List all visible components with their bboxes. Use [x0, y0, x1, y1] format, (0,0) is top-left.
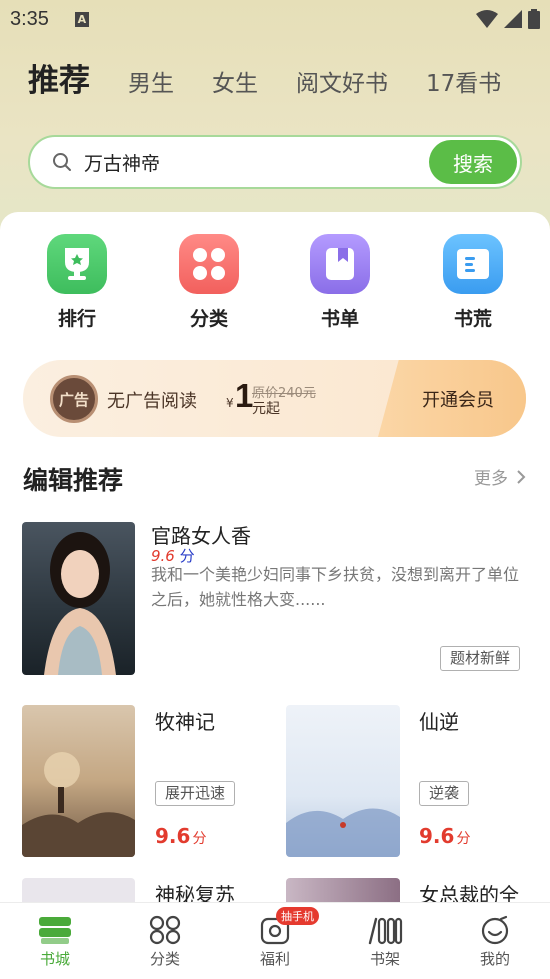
nav-bookshelf[interactable]: 书架	[330, 903, 440, 979]
section-title: 编辑推荐	[23, 466, 124, 495]
more-link[interactable]: 更多	[474, 464, 528, 489]
ad-badge-icon: 广告	[50, 375, 98, 423]
status-bar: 3:35 A	[0, 0, 550, 38]
search-icon	[53, 153, 71, 171]
tab-male[interactable]: 男生	[128, 64, 174, 112]
quick-link-label: 书单	[320, 308, 359, 330]
vip-price-suffix: 元起	[252, 401, 280, 417]
score-unit: 分	[192, 831, 207, 847]
book-cover[interactable]	[286, 705, 400, 857]
vip-banner[interactable]: 广告 无广告阅读 ¥ 1 原价240元 元起 开通会员	[23, 360, 526, 437]
battery-icon	[528, 9, 540, 29]
nav-label: 我的	[479, 950, 510, 968]
search-button[interactable]: 搜索	[429, 140, 517, 184]
quick-link-booklist[interactable]: 书单	[300, 234, 380, 331]
nav-category[interactable]: 分类	[110, 903, 220, 979]
book-title[interactable]: 牧神记	[155, 706, 215, 735]
tab-yuewen[interactable]: 阅文好书	[296, 64, 388, 112]
score-unit: 分	[456, 831, 471, 847]
more-label: 更多	[474, 469, 508, 489]
book-score: 9.6 分	[419, 824, 470, 848]
score-value: 9.6	[155, 824, 191, 848]
signal-icon	[504, 10, 522, 28]
category-tabs: 推荐 男生 女生 阅文好书 17看书	[28, 52, 528, 112]
book-title[interactable]: 仙逆	[419, 706, 459, 735]
quick-link-label: 分类	[189, 308, 228, 330]
book-cover[interactable]	[22, 522, 135, 675]
tab-recommend[interactable]: 推荐	[28, 55, 90, 112]
vip-price: 1	[235, 377, 254, 414]
book-tag: 题材新鲜	[440, 646, 521, 671]
welfare-badge: 抽手机	[276, 907, 319, 925]
open-vip-button[interactable]: 开通会员	[378, 360, 526, 437]
tab-female[interactable]: 女生	[212, 64, 258, 112]
nav-label: 书城	[39, 950, 70, 968]
quick-link-label: 排行	[57, 308, 96, 330]
search-input[interactable]: 万古神帝	[84, 149, 160, 176]
quick-link-category[interactable]: 分类	[169, 234, 249, 331]
bottom-nav: 书城 分类 抽手机 福利 书架 我的	[0, 902, 550, 979]
category-icon	[149, 915, 181, 945]
grid-icon	[179, 234, 239, 294]
trophy-icon	[47, 234, 107, 294]
book-tag: 展开迅速	[155, 781, 236, 806]
vip-currency: ¥	[226, 396, 234, 410]
bookshelf-icon	[368, 917, 403, 945]
quick-links: 排行 分类 书单 书荒	[0, 234, 550, 334]
profile-icon	[481, 915, 509, 945]
status-time: 3:35	[10, 7, 49, 30]
book-cover[interactable]	[22, 705, 135, 857]
quick-link-bookdrought[interactable]: 书荒	[433, 234, 513, 331]
bookstore-icon	[39, 917, 71, 944]
book-icon	[443, 234, 503, 294]
nav-welfare[interactable]: 抽手机 福利	[220, 903, 330, 979]
search-bar[interactable]: 万古神帝 搜索	[28, 135, 522, 189]
nav-label: 书架	[369, 950, 400, 968]
vip-text: 无广告阅读	[107, 391, 197, 412]
book-score: 9.6 分	[155, 824, 206, 848]
booklist-icon	[310, 234, 370, 294]
chevron-right-icon	[517, 469, 526, 484]
nav-profile[interactable]: 我的	[440, 903, 550, 979]
cover-illustration	[44, 532, 116, 675]
notification-icon: A	[74, 11, 89, 27]
cover-illustration	[22, 752, 135, 857]
quick-link-label: 书荒	[453, 308, 492, 330]
book-tag: 逆袭	[419, 781, 470, 806]
nav-label: 分类	[149, 950, 180, 968]
score-value: 9.6	[419, 824, 455, 848]
nav-bookstore[interactable]: 书城	[0, 903, 110, 979]
wifi-icon	[476, 10, 498, 28]
nav-label: 福利	[259, 950, 290, 968]
quick-link-ranking[interactable]: 排行	[37, 234, 117, 331]
tab-17kan[interactable]: 17看书	[426, 64, 501, 112]
book-description: 我和一个美艳少妇同事下乡扶贫，没想到离开了单位之后，她就性格大变......	[151, 565, 520, 609]
cover-illustration	[286, 808, 400, 857]
